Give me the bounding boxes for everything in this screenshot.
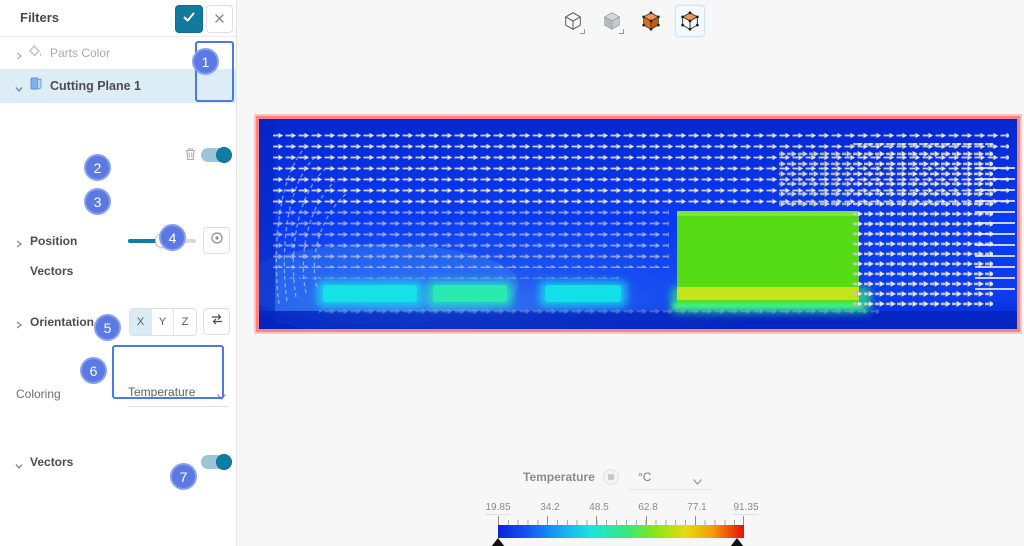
legend-max-value[interactable]: 91.35 — [733, 502, 758, 515]
cutting-plane-render — [259, 119, 1017, 329]
project-vectors-row: Project vectors o... — [0, 464, 237, 494]
unit-dropdown[interactable]: °C — [638, 470, 651, 484]
annotation-badge-2: 2 — [84, 154, 111, 181]
legend-tick: 77.1 — [687, 502, 706, 513]
view-solid-cube-icon[interactable] — [597, 5, 627, 37]
annotation-badge-5: 5 — [94, 314, 121, 341]
legend-tick: 34.2 — [540, 502, 559, 513]
legend-tick: 48.5 — [589, 502, 608, 513]
panel-title: Filters — [20, 10, 59, 25]
coloring-row: Coloring Temperature — [0, 190, 237, 220]
chevron-down-icon[interactable] — [14, 81, 24, 91]
legend-tick: 62.8 — [638, 502, 657, 513]
vectors-header-row: Vectors — [0, 224, 237, 254]
cutting-plane-icon — [28, 76, 43, 96]
close-button[interactable] — [206, 5, 233, 33]
legend-settings-icon — [608, 474, 614, 480]
annotation-badge-1: 1 — [192, 48, 219, 75]
clip-model-row: Clip model — [0, 530, 237, 546]
render-viewport[interactable] — [256, 116, 1020, 332]
apply-button[interactable] — [175, 5, 203, 33]
legend-settings-button[interactable] — [603, 469, 619, 485]
view-mode-toolbar — [558, 3, 705, 39]
legend-tick-marks — [498, 516, 744, 525]
check-icon — [182, 10, 196, 29]
legend-header: Temperature °C — [470, 462, 770, 490]
filters-header: Filters — [0, 0, 236, 37]
filter-label: Cutting Plane 1 — [50, 79, 141, 93]
opacity-row: Opacity 1 — [0, 498, 237, 526]
annotation-badge-4: 4 — [159, 224, 186, 251]
legend-min-value[interactable]: 19.85 — [485, 502, 510, 515]
filter-label: Parts Color — [50, 46, 110, 60]
temperature-colorbar — [498, 525, 744, 538]
scale-factor-row: Scale factor 0.06 — [0, 348, 237, 374]
view-shaded-cube-icon[interactable] — [636, 5, 666, 37]
paint-bucket-icon — [28, 44, 43, 63]
range-min-marker[interactable] — [491, 538, 505, 546]
filters-panel: Filters Parts Color — [0, 0, 237, 546]
filtering-row: Filtering — [0, 434, 237, 460]
grid-spacing-row: Grid spacing 0.01 — [0, 376, 237, 402]
vectors-section-title: Vectors — [30, 264, 73, 278]
range-max-marker[interactable] — [730, 538, 744, 546]
close-icon — [214, 12, 225, 27]
legend-field-label: Temperature — [523, 470, 595, 484]
clamping-row: Clamping — [0, 405, 237, 431]
app-window: Filters Parts Color — [0, 0, 1024, 546]
chevron-right-icon[interactable] — [14, 48, 24, 58]
position-row: Position — [0, 113, 237, 147]
annotation-badge-6: 6 — [80, 357, 107, 384]
color-legend: Temperature °C 19.85 34.2 48.5 62.8 77.1… — [470, 462, 770, 546]
legend-tick-labels: 19.85 34.2 48.5 62.8 77.1 91.35 — [478, 502, 762, 514]
annotation-badge-3: 3 — [84, 188, 111, 215]
view-wireframe-cube-icon[interactable] — [558, 5, 588, 37]
orientation-row: Orientation X Y Z — [0, 153, 237, 187]
annotation-badge-7: 7 — [170, 463, 197, 490]
vector-field-row: Vector field Velocity — [0, 285, 237, 313]
view-shaded-edges-cube-icon[interactable] — [675, 5, 705, 37]
